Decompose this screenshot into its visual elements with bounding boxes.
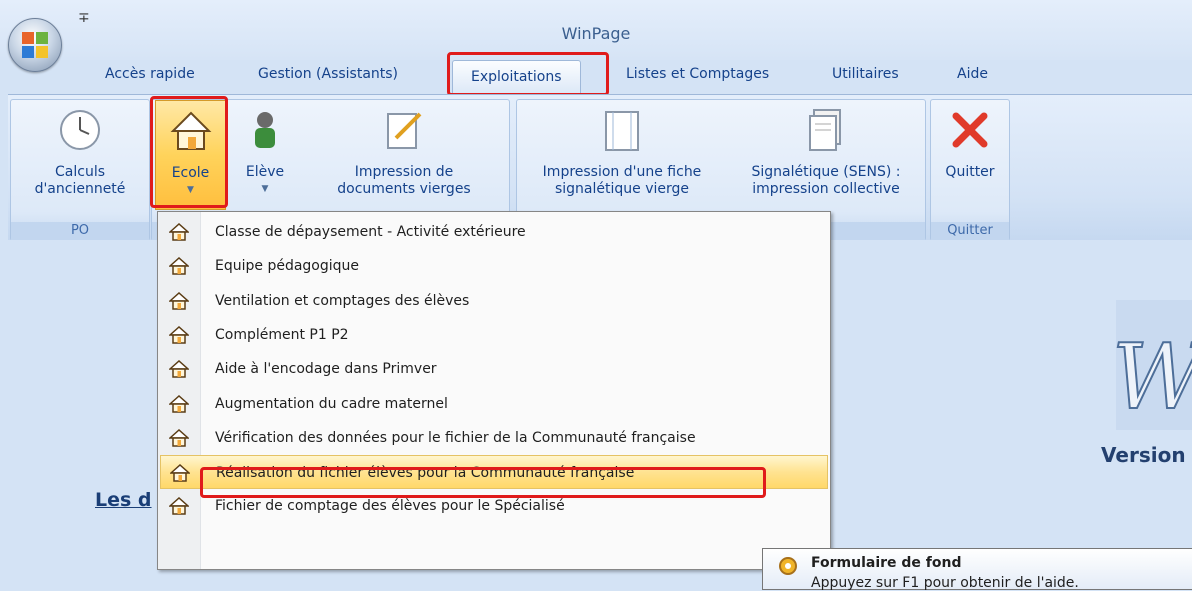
- house-icon: [169, 360, 189, 378]
- close-icon: [952, 112, 988, 148]
- house-icon: [169, 325, 189, 344]
- tab-aide[interactable]: Aide: [957, 66, 988, 82]
- group-quitter-caption: Quitter: [931, 222, 1009, 240]
- documents-icon: [809, 109, 841, 151]
- group-quitter: Quitter Quitter: [930, 99, 1010, 241]
- ecole-dropdown-menu: Classe de dépaysement - Activité extérie…: [157, 211, 831, 570]
- ecole-button[interactable]: Ecole ▼: [155, 100, 226, 210]
- house-icon: [169, 497, 189, 516]
- calculs-button[interactable]: Calculs d'ancienneté: [11, 100, 149, 220]
- clock-icon: [60, 110, 100, 150]
- signaletique-label: Signalétique (SENS) : impression collect…: [751, 164, 901, 197]
- gear-icon: [779, 557, 797, 575]
- impression-docs-label: Impression de documents vierges: [337, 164, 471, 197]
- title-bar: WinPage ∓: [0, 0, 1192, 60]
- ecole-label: Ecole: [171, 165, 210, 181]
- menu-item[interactable]: Complément P1 P2: [160, 318, 828, 352]
- tab-listes[interactable]: Listes et Comptages: [626, 66, 769, 82]
- menu-item[interactable]: Ventilation et comptages des élèves: [160, 284, 828, 318]
- tab-exploitations[interactable]: Exploitations: [452, 60, 581, 94]
- menu-item-label: Complément P1 P2: [215, 326, 349, 343]
- menu-item[interactable]: Vérification des données pour le fichier…: [160, 421, 828, 455]
- tab-acces-rapide[interactable]: Accès rapide: [105, 66, 195, 82]
- eleve-dropdown-arrow-icon: ▼: [261, 184, 269, 194]
- svg-text:W: W: [1112, 325, 1192, 430]
- tab-utilitaires[interactable]: Utilitaires: [832, 66, 899, 82]
- impression-docs-button[interactable]: Impression de documents vierges: [304, 100, 504, 220]
- quitter-button[interactable]: Quitter: [931, 100, 1009, 220]
- pencil-document-icon: [387, 112, 422, 149]
- window-title: WinPage: [561, 24, 631, 43]
- version-text: Version: [1101, 443, 1186, 467]
- house-icon: [169, 291, 189, 310]
- quitter-label: Quitter: [945, 164, 995, 180]
- house-icon: [170, 111, 211, 150]
- impression-fiche-label: Impression d'une fiche signalétique vier…: [542, 164, 702, 197]
- house-icon: [169, 257, 189, 276]
- menu-item[interactable]: Augmentation du cadre maternel: [160, 387, 828, 421]
- menu-item-label: Classe de dépaysement - Activité extérie…: [215, 224, 526, 240]
- menu-item-label: Aide à l'encodage dans Primver: [215, 361, 437, 378]
- eleve-label: Elève: [245, 164, 285, 180]
- impression-fiche-button[interactable]: Impression d'une fiche signalétique vier…: [517, 100, 727, 220]
- house-icon: [169, 428, 189, 447]
- office-button[interactable]: [8, 18, 62, 72]
- menu-item[interactable]: Equipe pédagogique: [160, 249, 828, 283]
- menu-item[interactable]: Aide à l'encodage dans Primver: [160, 352, 828, 386]
- menu-item-label: Ventilation et comptages des élèves: [215, 292, 470, 309]
- ribbon-tabs: Accès rapide Gestion (Assistants) Exploi…: [0, 60, 1192, 94]
- office-logo-icon: [22, 32, 48, 58]
- eleve-button[interactable]: Elève ▼: [231, 100, 299, 220]
- group-po: Calculs d'ancienneté PO: [10, 99, 150, 241]
- house-icon: [169, 394, 189, 413]
- winpage-logo-icon: W: [1111, 300, 1192, 430]
- menu-item-label: Augmentation du cadre maternel: [215, 395, 448, 412]
- menu-item-label: Equipe pédagogique: [215, 258, 360, 275]
- partial-heading: Les d: [95, 489, 152, 511]
- blank-form-icon: [605, 111, 639, 151]
- student-icon: [255, 112, 275, 148]
- tooltip-title: Formulaire de fond: [811, 555, 962, 571]
- menu-item-label: Fichier de comptage des élèves pour le S…: [215, 498, 565, 515]
- menu-item-label: Réalisation du fichier élèves pour la Co…: [216, 465, 635, 482]
- menu-item-label: Vérification des données pour le fichier…: [215, 429, 696, 446]
- tooltip-text: Appuyez sur F1 pour obtenir de l'aide.: [811, 575, 1079, 591]
- calculs-label: Calculs d'ancienneté: [34, 164, 126, 197]
- menu-item[interactable]: Réalisation du fichier élèves pour la Co…: [160, 455, 828, 490]
- signaletique-button[interactable]: Signalétique (SENS) : impression collect…: [731, 100, 921, 220]
- quick-access-customize-icon[interactable]: ∓: [78, 10, 90, 26]
- house-icon: [170, 464, 190, 482]
- tab-gestion[interactable]: Gestion (Assistants): [258, 66, 398, 82]
- menu-item[interactable]: Fichier de comptage des élèves pour le S…: [160, 489, 828, 523]
- group-po-caption: PO: [11, 222, 149, 240]
- house-icon: [169, 223, 189, 241]
- ecole-dropdown-arrow-icon: ▼: [187, 185, 194, 195]
- menu-item[interactable]: Classe de dépaysement - Activité extérie…: [160, 215, 828, 249]
